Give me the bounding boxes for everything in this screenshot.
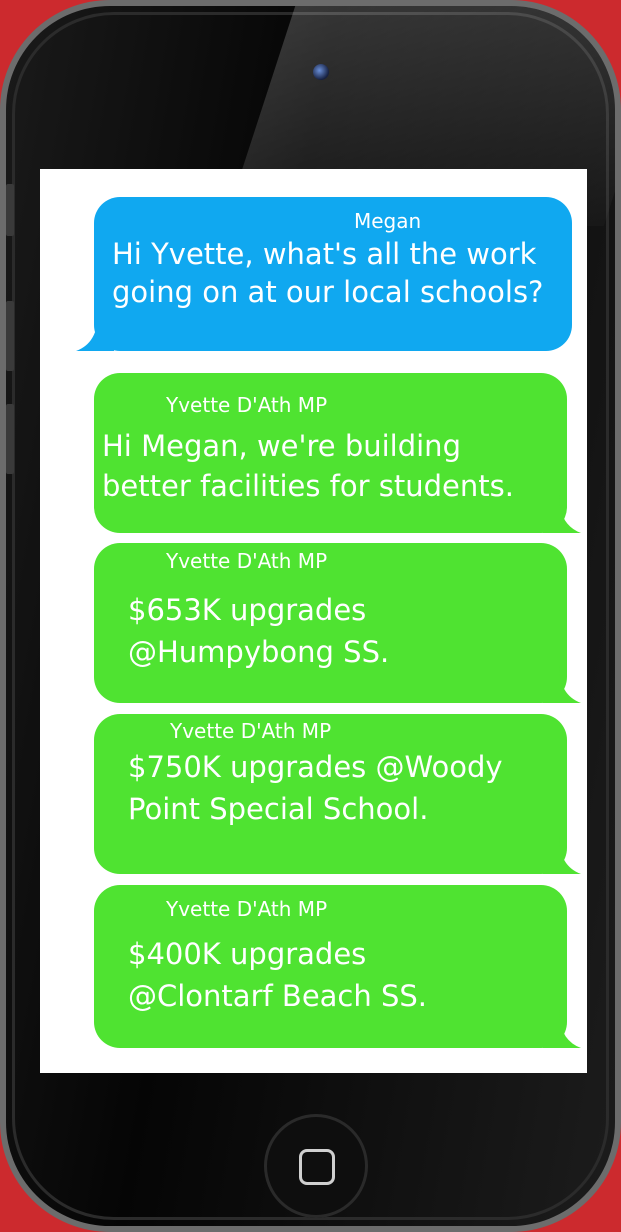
home-square-glyph — [299, 1149, 335, 1185]
message-text-line: $400K upgrades — [128, 937, 367, 971]
volume-up-button — [6, 301, 14, 371]
message-text-line: $750K upgrades @Woody — [128, 750, 503, 784]
sender-name: Yvette D'Ath MP — [166, 393, 328, 417]
sender-name: Megan — [354, 209, 422, 233]
bubble-tail — [543, 665, 581, 703]
bubble-tail — [543, 1010, 581, 1048]
message-text-line: better facilities for students. — [102, 469, 514, 503]
message-text-line: Point Special School. — [128, 792, 429, 826]
message-text-line: going on at our local schools? — [112, 275, 544, 309]
message-bubble-yvette: Yvette D'Ath MP $400K upgrades @Clontarf… — [94, 885, 581, 1048]
home-button-icon[interactable] — [264, 1114, 368, 1218]
bubble-tail — [543, 836, 581, 874]
sender-name: Yvette D'Ath MP — [166, 549, 328, 573]
message-bubble-yvette: Yvette D'Ath MP $750K upgrades @Woody Po… — [94, 714, 581, 874]
message-text-line: Hi Yvette, what's all the work — [112, 237, 537, 271]
bubble-tail — [76, 313, 114, 351]
front-camera-icon — [313, 64, 329, 80]
message-text-line: $653K upgrades — [128, 593, 367, 627]
sender-name: Yvette D'Ath MP — [170, 719, 332, 743]
volume-down-button — [6, 404, 14, 474]
phone-frame: Megan Hi Yvette, what's all the work goi… — [0, 0, 621, 1232]
message-bubble-megan: Megan Hi Yvette, what's all the work goi… — [76, 197, 572, 351]
message-text-line: Hi Megan, we're building — [102, 429, 461, 463]
message-bubble-yvette: Yvette D'Ath MP Hi Megan, we're building… — [94, 373, 581, 533]
sender-name: Yvette D'Ath MP — [166, 897, 328, 921]
message-text-line: @Humpybong SS. — [128, 635, 390, 669]
mute-switch — [6, 184, 14, 236]
message-text-line: @Clontarf Beach SS. — [128, 979, 428, 1013]
messages-screen: Megan Hi Yvette, what's all the work goi… — [40, 169, 587, 1073]
bubble-tail — [543, 495, 581, 533]
message-bubble-yvette: Yvette D'Ath MP $653K upgrades @Humpybon… — [94, 543, 581, 703]
